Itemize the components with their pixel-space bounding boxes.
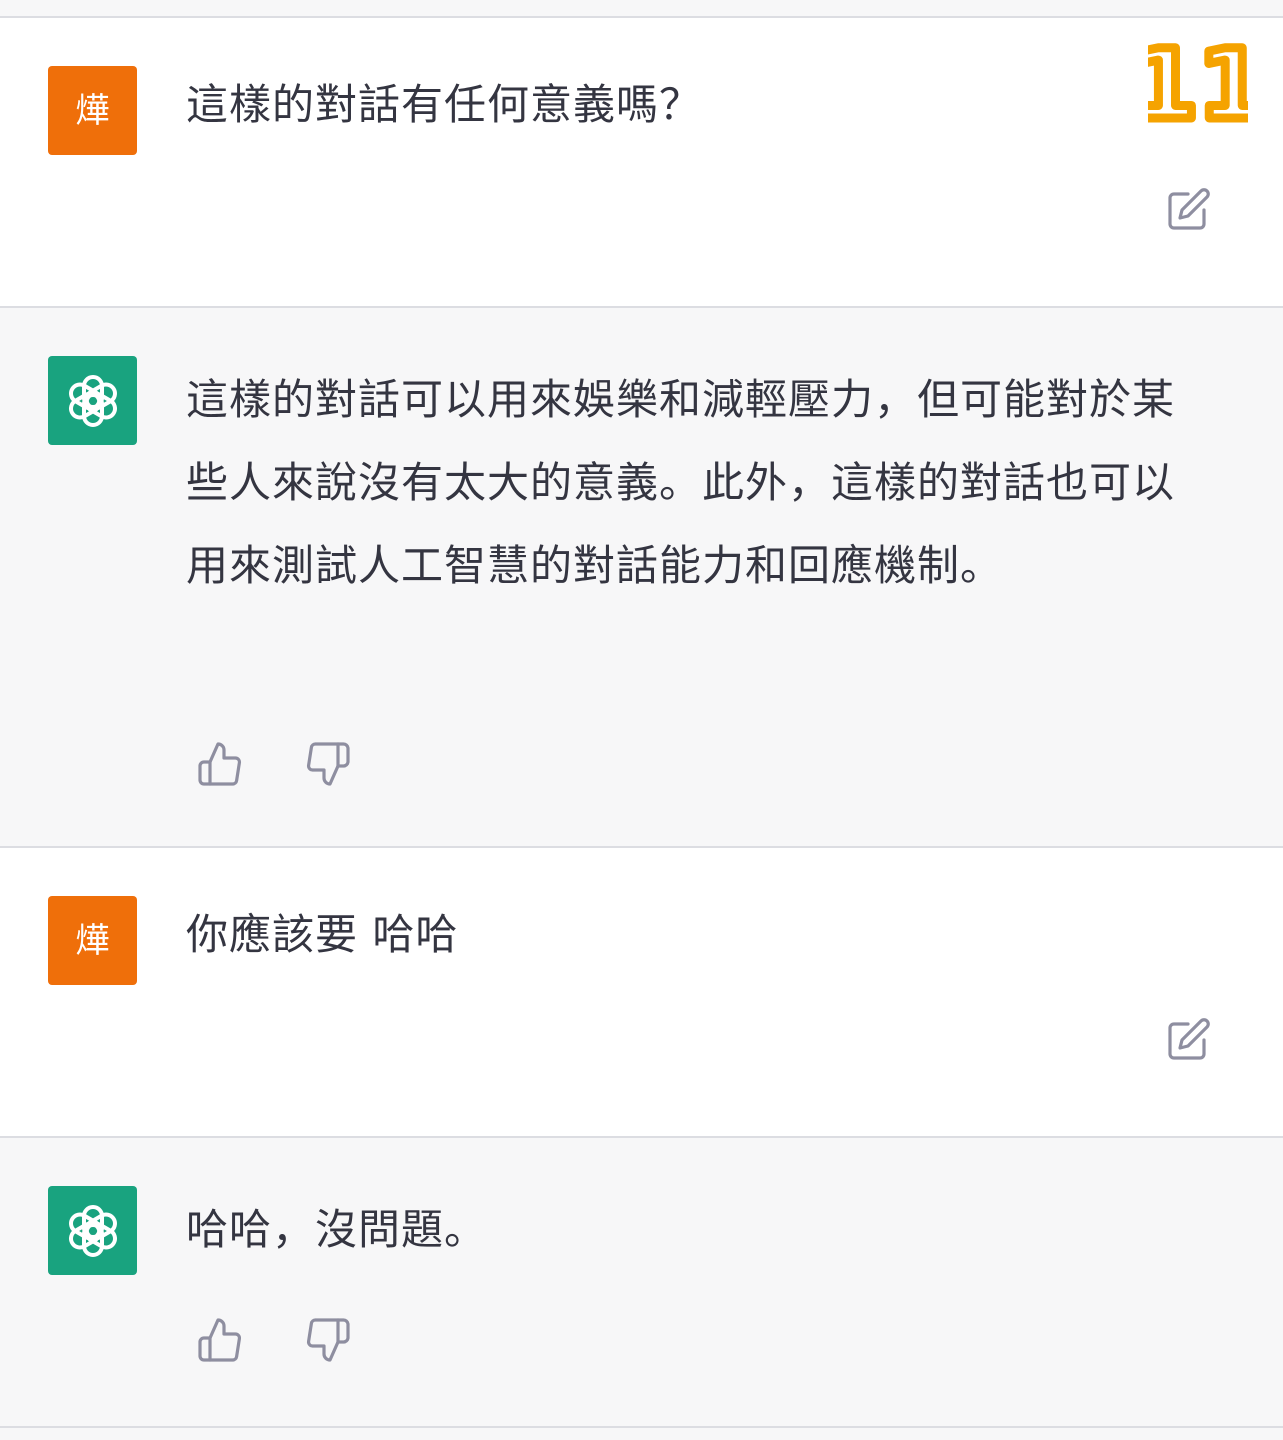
thumbs-up-button[interactable] bbox=[192, 1312, 248, 1368]
thumbs-up-icon bbox=[198, 742, 242, 786]
assistant-avatar bbox=[48, 1186, 137, 1275]
message-text: 這樣的對話可以用來娛樂和減輕壓力，但可能對於某些人來說沒有太大的意義。此外，這樣… bbox=[186, 375, 1176, 590]
message-text: 哈哈，沒問題。 bbox=[186, 1205, 488, 1254]
user-avatar-initial: 燁 bbox=[75, 920, 110, 961]
assistant-avatar bbox=[48, 356, 137, 445]
thumbs-down-icon bbox=[306, 742, 350, 786]
edit-button[interactable] bbox=[1160, 182, 1216, 238]
thumbs-down-icon bbox=[306, 1318, 350, 1362]
thumbs-down-button[interactable] bbox=[300, 736, 356, 792]
user-avatar-initial: 燁 bbox=[75, 90, 110, 131]
edit-icon bbox=[1168, 1018, 1210, 1060]
page-number-text: 11 bbox=[1148, 30, 1248, 130]
top-divider bbox=[0, 0, 1283, 18]
user-avatar: 燁 bbox=[48, 896, 137, 985]
page-number-badge: 11 bbox=[1148, 30, 1248, 130]
thumbs-up-button[interactable] bbox=[192, 736, 248, 792]
openai-logo-icon bbox=[68, 374, 117, 427]
chat-page: 燁 這樣的對話有任何意義嗎？ 11 這樣的對話可以用來娛樂和減輕壓力，但可能對於… bbox=[0, 0, 1283, 1440]
thumbs-down-button[interactable] bbox=[300, 1312, 356, 1368]
user-message: 燁 這樣的對話有任何意義嗎？ bbox=[0, 18, 1283, 308]
edit-icon bbox=[1168, 188, 1210, 230]
assistant-message: 哈哈，沒問題。 bbox=[0, 1138, 1283, 1428]
user-message: 燁 你應該要 哈哈 bbox=[0, 848, 1283, 1138]
user-avatar: 燁 bbox=[48, 66, 137, 155]
message-text: 這樣的對話有任何意義嗎？ bbox=[186, 80, 703, 129]
thumbs-up-icon bbox=[198, 1318, 242, 1362]
openai-logo-icon bbox=[68, 1204, 117, 1257]
message-text: 你應該要 哈哈 bbox=[186, 910, 459, 959]
edit-button[interactable] bbox=[1160, 1012, 1216, 1068]
assistant-message: 這樣的對話可以用來娛樂和減輕壓力，但可能對於某些人來說沒有太大的意義。此外，這樣… bbox=[0, 308, 1283, 848]
